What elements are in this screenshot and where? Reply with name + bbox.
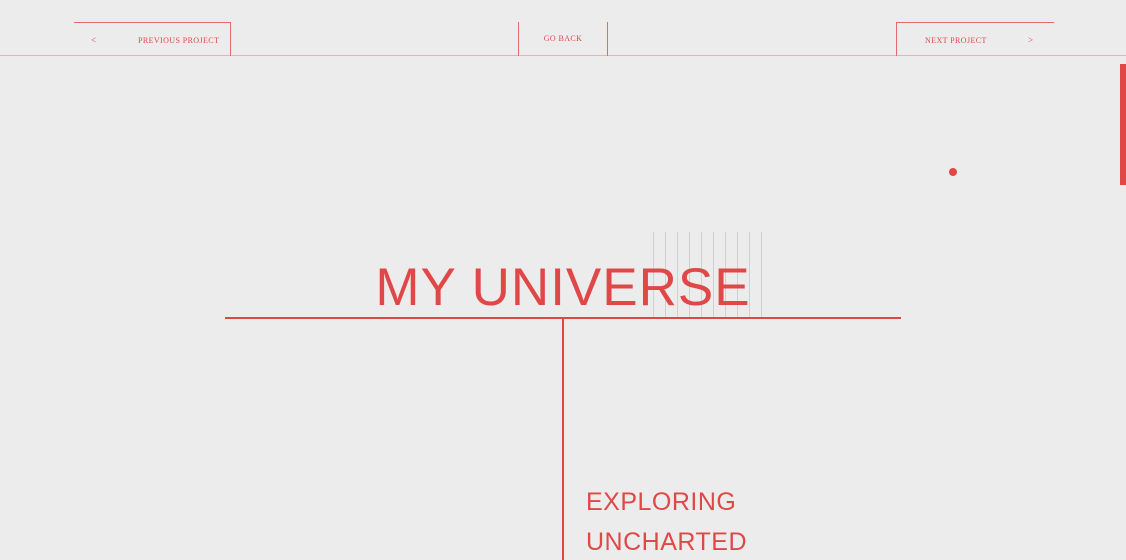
go-back-label: GO BACK	[543, 34, 583, 43]
chevron-right-icon: >	[1028, 35, 1034, 45]
hero-vertical-rule	[562, 318, 564, 560]
scroll-indicator[interactable]	[1120, 64, 1126, 185]
next-project-link[interactable]: NEXT PROJECT >	[896, 22, 1054, 56]
previous-project-label: PREVIOUS PROJECT	[138, 36, 220, 45]
next-project-label: NEXT PROJECT	[925, 36, 987, 45]
chevron-left-icon: <	[91, 35, 97, 45]
previous-project-link[interactable]: < PREVIOUS PROJECT	[74, 22, 231, 56]
hero-subtitle: EXPLORING UNCHARTED	[586, 482, 747, 560]
hero-subtitle-line: UNCHARTED	[586, 528, 747, 556]
decorative-dot	[949, 168, 957, 176]
hero-subtitle-line: EXPLORING	[586, 488, 737, 516]
hero-title: MY UNIVERSE	[375, 258, 751, 317]
go-back-link[interactable]: GO BACK	[518, 22, 608, 56]
